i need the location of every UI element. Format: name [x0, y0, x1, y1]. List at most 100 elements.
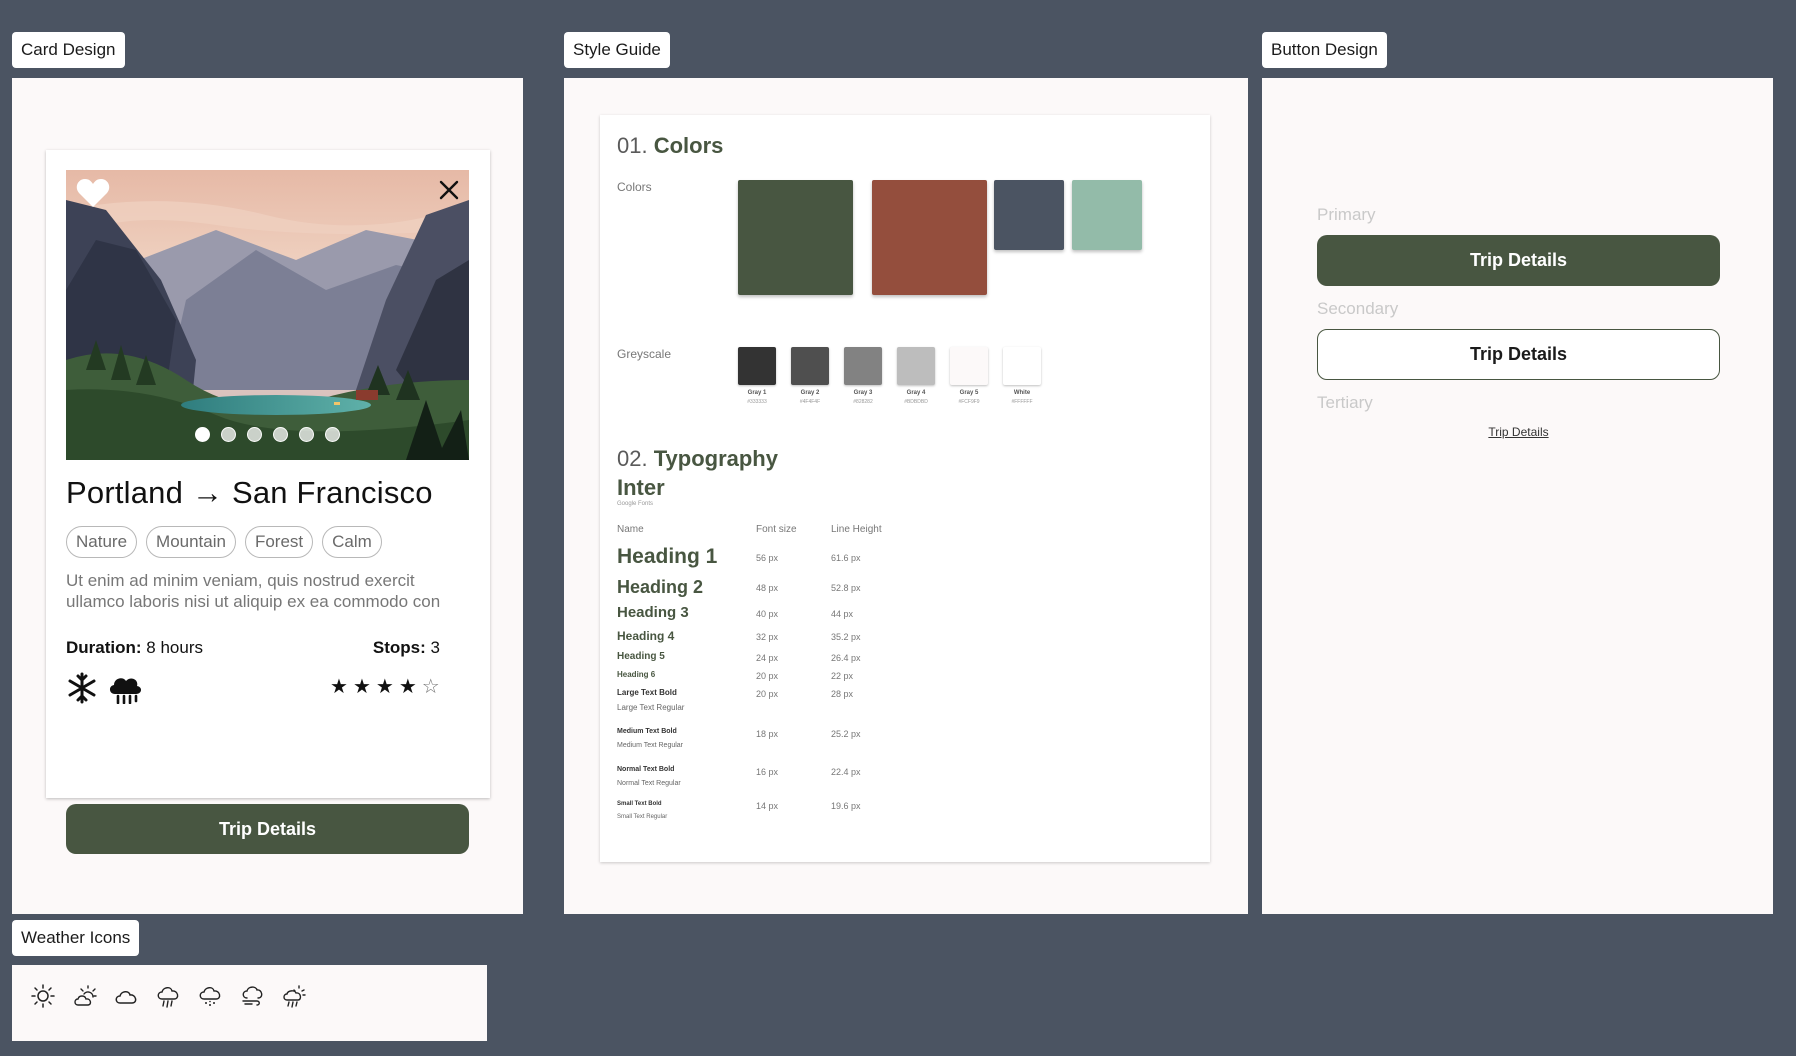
snowflake-icon [68, 672, 96, 704]
column-header-font-size: Font size [756, 524, 797, 535]
typography-font-size: 14 px [756, 801, 779, 811]
mountain-valley-illustration [66, 170, 469, 460]
route-destination: San Francisco [231, 475, 433, 510]
typography-font-size: 20 px [756, 671, 779, 681]
tag-chip[interactable]: Nature [66, 526, 138, 558]
colors-label: Colors [617, 180, 652, 194]
typography-font-size: 18 px [756, 729, 779, 739]
cloud-icon[interactable] [114, 983, 140, 1009]
carousel-dot[interactable] [325, 427, 340, 442]
carousel-dot[interactable] [221, 427, 236, 442]
carousel-dot[interactable] [273, 427, 288, 442]
typography-style-name: Normal Text Bold [617, 766, 675, 773]
typography-style-regular: Large Text Regular [617, 703, 685, 712]
sun-icon[interactable] [30, 983, 56, 1009]
font-family-name: Inter [617, 475, 665, 500]
greyscale-swatch-hex: #FCF9F9 [958, 399, 980, 405]
typography-style-name: Heading 4 [617, 629, 675, 643]
snow-cloud-icon[interactable] [198, 983, 224, 1009]
close-icon[interactable] [437, 178, 461, 202]
typography-font-size: 16 px [756, 767, 779, 777]
typography-style-name: Medium Text Bold [617, 728, 677, 735]
star-empty-icon[interactable]: ☆ [422, 674, 440, 699]
typography-heading-number: 02. [617, 446, 648, 471]
trip-details-button[interactable]: Trip Details [66, 804, 469, 854]
greyscale-swatch-name: White [1013, 390, 1031, 396]
star-filled-icon[interactable]: ★ [353, 674, 371, 699]
color-swatch[interactable] [1072, 180, 1142, 250]
frame-label-card-design[interactable]: Card Design [12, 32, 125, 68]
typography-font-size: 40 px [756, 609, 779, 619]
greyscale-swatch-name: Gray 4 [906, 390, 926, 396]
typography-style-regular: Normal Text Regular [617, 780, 681, 787]
typography-heading-title: Typography [653, 446, 778, 471]
greyscale-swatch[interactable] [844, 347, 882, 385]
button-design-frame: Primary Trip Details Secondary Trip Deta… [1262, 78, 1773, 914]
typography-style-name: Large Text Bold [617, 688, 677, 697]
sun-rain-icon[interactable] [282, 983, 308, 1009]
typography-font-size: 24 px [756, 653, 779, 663]
partly-cloudy-icon[interactable] [72, 983, 98, 1009]
typography-line-height: 22 px [831, 671, 854, 681]
typography-heading: 02. Typography [617, 446, 778, 472]
route-origin: Portland [66, 475, 184, 510]
greyscale-swatch-hex: #FFFFFF [1011, 399, 1033, 405]
greyscale-swatch[interactable] [791, 347, 829, 385]
style-guide-frame: 01. Colors Colors Greyscale Gray 1 #33333… [564, 78, 1248, 914]
greyscale-swatch-hex: #828282 [853, 399, 873, 405]
weather-icon-set [30, 983, 308, 1009]
typography-line-height: 25.2 px [831, 729, 861, 739]
cloud-rain-icon [109, 678, 142, 704]
column-header-name: Name [617, 524, 644, 535]
carousel-dot[interactable] [299, 427, 314, 442]
tertiary-button-wrapper: Trip Details [1317, 425, 1720, 441]
typography-line-height: 44 px [831, 609, 854, 619]
greyscale-swatch-hex: #333333 [747, 399, 767, 405]
typography-line-height: 52.8 px [831, 583, 861, 593]
typography-font-size: 32 px [756, 632, 779, 642]
typography-font-size: 56 px [756, 553, 779, 563]
carousel-dots [66, 427, 469, 442]
typography-style-name: Heading 2 [617, 577, 704, 597]
style-guide-sheet: 01. Colors Colors Greyscale Gray 1 #33333… [600, 115, 1210, 862]
typography-style-name: Heading 3 [617, 604, 689, 621]
greyscale-swatch[interactable] [1003, 347, 1041, 385]
greyscale-swatch-name: Gray 1 [747, 390, 767, 396]
secondary-trip-details-button[interactable]: Trip Details [1317, 329, 1720, 380]
colors-heading-number: 01. [617, 133, 648, 158]
trip-rating: ★ ★ ★ ★ ☆ [330, 674, 440, 699]
colors-heading: 01. Colors [617, 133, 723, 159]
tag-chip[interactable]: Calm [322, 526, 382, 558]
carousel-dot[interactable] [247, 427, 262, 442]
secondary-label: Secondary [1317, 299, 1399, 318]
frame-label-weather-icons[interactable]: Weather Icons [12, 920, 140, 956]
typography-line-height: 26.4 px [831, 653, 861, 663]
typography-font-size: 20 px [756, 689, 779, 699]
greyscale-swatch[interactable] [738, 347, 776, 385]
primary-label: Primary [1317, 205, 1376, 224]
carousel-dot[interactable] [195, 427, 210, 442]
stops-value: 3 [430, 638, 440, 657]
color-swatch[interactable] [738, 180, 853, 295]
greyscale-label: Greyscale [617, 347, 672, 361]
tag-chip[interactable]: Mountain [146, 526, 236, 558]
star-filled-icon[interactable]: ★ [330, 674, 348, 699]
color-swatch[interactable] [994, 180, 1064, 250]
favorite-heart-icon[interactable] [76, 178, 110, 208]
frame-label-style-guide[interactable]: Style Guide [564, 32, 670, 68]
star-filled-icon[interactable]: ★ [399, 674, 417, 699]
color-swatch[interactable] [872, 180, 987, 295]
greyscale-swatch[interactable] [950, 347, 988, 385]
tag-chip[interactable]: Forest [244, 526, 314, 558]
rain-icon[interactable] [156, 983, 182, 1009]
frame-label-button-design[interactable]: Button Design [1262, 32, 1387, 68]
star-filled-icon[interactable]: ★ [376, 674, 394, 699]
primary-trip-details-button[interactable]: Trip Details [1317, 235, 1720, 286]
tertiary-trip-details-link[interactable]: Trip Details [1317, 425, 1720, 439]
duration-label: Duration: [66, 638, 142, 657]
greyscale-swatch[interactable] [897, 347, 935, 385]
typography-style-regular: Small Text Regular [617, 814, 668, 820]
trip-hero-image [66, 170, 469, 460]
wind-cloud-icon[interactable] [240, 983, 266, 1009]
typography-style-name: Heading 1 [617, 545, 718, 568]
